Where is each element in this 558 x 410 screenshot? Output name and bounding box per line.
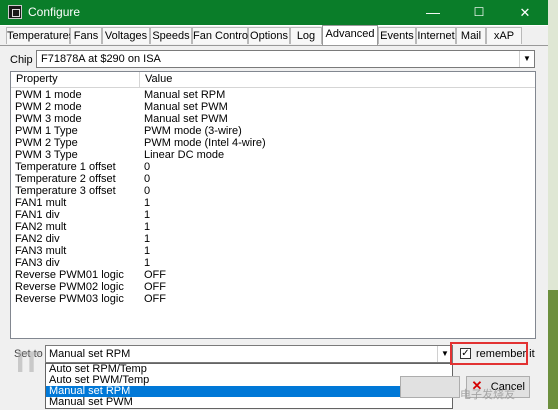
tab-advanced[interactable]: Advanced: [322, 25, 378, 45]
value-cell[interactable]: 0: [144, 161, 150, 173]
tab-fan-control[interactable]: Fan Control: [192, 27, 250, 44]
value-cell[interactable]: 1: [144, 233, 150, 245]
tab-mail[interactable]: Mail: [456, 27, 486, 44]
property-cell: Reverse PWM03 logic: [15, 293, 124, 305]
table-row[interactable]: PWM 3 Type Linear DC mode: [11, 149, 535, 161]
property-cell: Temperature 1 offset: [15, 161, 116, 173]
chip-select[interactable]: F71878A at $290 on ISA ▼: [36, 50, 535, 68]
ok-button[interactable]: [400, 376, 460, 398]
maximize-button[interactable]: ☐: [456, 0, 502, 25]
value-cell[interactable]: 1: [144, 257, 150, 269]
value-cell[interactable]: PWM mode (Intel 4-wire): [144, 137, 266, 149]
watermark-text: 电子发烧友: [460, 389, 515, 401]
property-cell: Temperature 3 offset: [15, 185, 116, 197]
value-cell[interactable]: PWM mode (3-wire): [144, 125, 242, 137]
column-header-value[interactable]: Value: [140, 72, 535, 87]
value-cell[interactable]: 0: [144, 185, 150, 197]
minimize-button[interactable]: —: [410, 0, 456, 25]
table-row[interactable]: FAN3 div 1: [11, 257, 535, 269]
value-cell[interactable]: 1: [144, 197, 150, 209]
property-cell: FAN1 div: [15, 209, 60, 221]
table-row[interactable]: PWM 1 Type PWM mode (3-wire): [11, 125, 535, 137]
value-cell[interactable]: OFF: [144, 269, 166, 281]
table-row[interactable]: Temperature 3 offset 0: [11, 185, 535, 197]
set-to-dropdown-list[interactable]: Auto set RPM/Temp Auto set PWM/Temp Manual…: [45, 363, 453, 409]
tab-speeds[interactable]: Speeds: [150, 27, 192, 44]
title-bar: Configure — ☐ ✕: [0, 0, 548, 25]
property-cell: Reverse PWM02 logic: [15, 281, 124, 293]
property-cell: PWM 1 Type: [15, 125, 78, 137]
close-button[interactable]: ✕: [502, 0, 548, 25]
value-cell[interactable]: Manual set PWM: [144, 101, 228, 113]
property-grid[interactable]: Property Value PWM 1 mode Manual set RPM P…: [10, 71, 536, 339]
property-cell: PWM 1 mode: [15, 89, 82, 101]
remember-checkbox[interactable]: ✓: [460, 348, 471, 359]
table-row[interactable]: Reverse PWM03 logic OFF: [11, 293, 535, 305]
property-cell: FAN2 mult: [15, 221, 67, 233]
tab-xap[interactable]: xAP: [486, 27, 522, 44]
table-row[interactable]: FAN3 mult 1: [11, 245, 535, 257]
tab-log[interactable]: Log: [290, 27, 322, 44]
table-row[interactable]: FAN2 div 1: [11, 233, 535, 245]
tab-events[interactable]: Events: [378, 27, 416, 44]
tab-fans[interactable]: Fans: [70, 27, 102, 44]
property-cell: PWM 3 Type: [15, 149, 78, 161]
table-row[interactable]: FAN1 div 1: [11, 209, 535, 221]
table-row[interactable]: Reverse PWM02 logic OFF: [11, 281, 535, 293]
property-cell: FAN1 mult: [15, 197, 67, 209]
table-row[interactable]: PWM 1 mode Manual set RPM: [11, 89, 535, 101]
remember-label[interactable]: remember it: [476, 348, 535, 360]
watermark-logo: IT: [16, 346, 41, 379]
tab-voltages[interactable]: Voltages: [102, 27, 150, 44]
grid-header: Property Value: [11, 72, 535, 88]
property-cell: FAN2 div: [15, 233, 60, 245]
value-cell[interactable]: Manual set PWM: [144, 113, 228, 125]
property-cell: PWM 2 Type: [15, 137, 78, 149]
value-cell[interactable]: Linear DC mode: [144, 149, 224, 161]
property-cell: FAN3 mult: [15, 245, 67, 257]
property-cell: Reverse PWM01 logic: [15, 269, 124, 281]
value-cell[interactable]: 1: [144, 245, 150, 257]
table-row[interactable]: PWM 2 Type PWM mode (Intel 4-wire): [11, 137, 535, 149]
chip-label: Chip: [10, 54, 33, 66]
table-row[interactable]: FAN1 mult 1: [11, 197, 535, 209]
value-cell[interactable]: 0: [144, 173, 150, 185]
table-row[interactable]: PWM 2 mode Manual set PWM: [11, 101, 535, 113]
app-icon: [8, 5, 22, 19]
value-cell[interactable]: OFF: [144, 293, 166, 305]
table-row[interactable]: Temperature 1 offset 0: [11, 161, 535, 173]
table-row[interactable]: Reverse PWM01 logic OFF: [11, 269, 535, 281]
value-cell[interactable]: OFF: [144, 281, 166, 293]
set-to-select[interactable]: Manual set RPM ▼: [45, 345, 453, 363]
dropdown-option[interactable]: Manual set PWM: [46, 397, 452, 408]
property-cell: PWM 2 mode: [15, 101, 82, 113]
tab-options[interactable]: Options: [248, 27, 290, 44]
desktop-background: [548, 0, 558, 409]
tab-internet[interactable]: Internet: [416, 27, 456, 44]
column-header-property[interactable]: Property: [11, 72, 140, 87]
chevron-down-icon[interactable]: ▼: [519, 51, 534, 67]
value-cell[interactable]: Manual set RPM: [144, 89, 225, 101]
tab-temperatures[interactable]: Temperatures: [6, 27, 74, 44]
window-title: Configure: [28, 5, 81, 19]
table-row[interactable]: PWM 3 mode Manual set PWM: [11, 113, 535, 125]
chip-value: F71878A at $290 on ISA: [41, 53, 161, 65]
table-row[interactable]: FAN2 mult 1: [11, 221, 535, 233]
property-cell: FAN3 div: [15, 257, 60, 269]
value-cell[interactable]: 1: [144, 209, 150, 221]
value-cell[interactable]: 1: [144, 221, 150, 233]
property-cell: Temperature 2 offset: [15, 173, 116, 185]
table-row[interactable]: Temperature 2 offset 0: [11, 173, 535, 185]
property-cell: PWM 3 mode: [15, 113, 82, 125]
set-to-value: Manual set RPM: [49, 348, 131, 360]
